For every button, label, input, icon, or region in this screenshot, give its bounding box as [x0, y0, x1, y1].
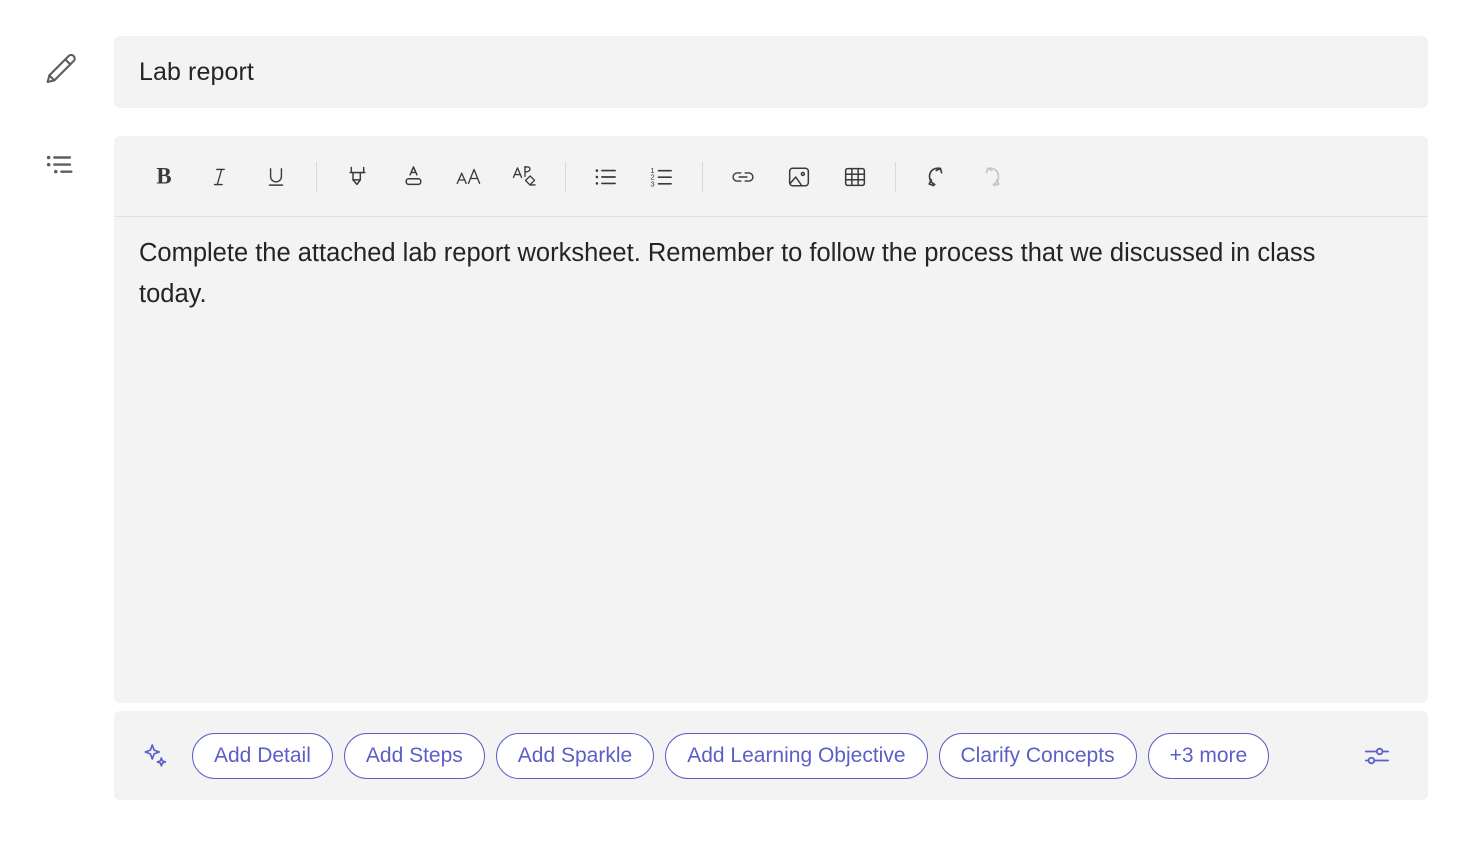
redo-button[interactable]	[964, 149, 1020, 205]
svg-text:3: 3	[650, 179, 654, 188]
formatting-toolbar: B 1 2 3	[114, 136, 1428, 217]
toolbar-divider	[565, 161, 566, 192]
font-color-button[interactable]	[385, 149, 441, 205]
numbered-list-button[interactable]: 1 2 3	[634, 149, 690, 205]
insert-link-button[interactable]	[715, 149, 771, 205]
pill-add-learning-objective[interactable]: Add Learning Objective	[665, 732, 928, 779]
svg-text:B: B	[156, 164, 171, 189]
insert-table-button[interactable]	[827, 149, 883, 205]
pill-add-sparkle[interactable]: Add Sparkle	[495, 732, 655, 779]
pill-more[interactable]: +3 more	[1147, 732, 1270, 779]
toolbar-divider	[702, 161, 703, 192]
bulleted-list-icon	[34, 140, 86, 192]
pill-clarify-concepts[interactable]: Clarify Concepts	[938, 732, 1137, 779]
assignment-editor: Lab report B 1 2 3 Complete the attached…	[0, 0, 1460, 844]
sparkle-icon	[136, 736, 176, 776]
suggestion-pill-list: Add Detail Add Steps Add Sparkle Add Lea…	[192, 732, 1354, 779]
bold-button[interactable]: B	[136, 149, 192, 205]
underline-button[interactable]	[248, 149, 304, 205]
bulleted-list-button[interactable]	[578, 149, 634, 205]
font-size-button[interactable]	[441, 149, 497, 205]
pencil-icon	[34, 44, 86, 96]
italic-button[interactable]	[192, 149, 248, 205]
instructions-body[interactable]: Complete the attached lab report workshe…	[114, 217, 1428, 315]
ai-suggestions-bar: Add Detail Add Steps Add Sparkle Add Lea…	[114, 711, 1428, 800]
assignment-title-field[interactable]: Lab report	[114, 36, 1428, 108]
sliders-settings-icon[interactable]	[1354, 733, 1400, 779]
highlight-button[interactable]	[329, 149, 385, 205]
insert-image-button[interactable]	[771, 149, 827, 205]
toolbar-divider	[316, 161, 317, 192]
instructions-editor-panel: B 1 2 3 Complete the attached lab report…	[114, 136, 1428, 703]
toolbar-divider	[895, 161, 896, 192]
pill-add-detail[interactable]: Add Detail	[192, 732, 333, 779]
instructions-text: Complete the attached lab report workshe…	[139, 239, 1323, 308]
pill-add-steps[interactable]: Add Steps	[343, 732, 485, 779]
undo-button[interactable]	[908, 149, 964, 205]
assignment-title-value: Lab report	[139, 57, 254, 86]
clear-formatting-button[interactable]	[497, 149, 553, 205]
